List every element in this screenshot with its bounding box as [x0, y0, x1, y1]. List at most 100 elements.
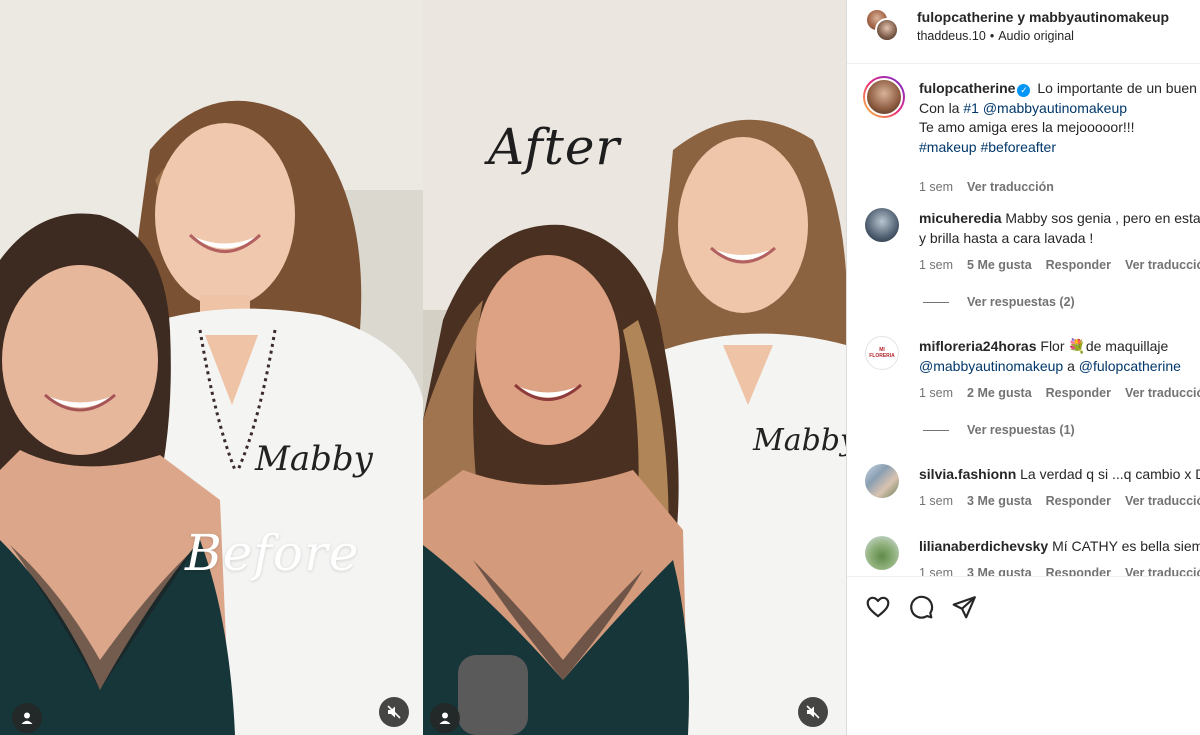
reply-button[interactable]: Responder — [1046, 494, 1111, 508]
after-label: After — [488, 118, 621, 176]
mute-button-before[interactable] — [379, 697, 409, 727]
comment-text: micuheredia Mabby sos genia , pero en es… — [919, 209, 1200, 248]
before-photo: Mabby — [0, 0, 423, 735]
post-side-panel: fulopcatherine y mabbyautinomakeup thadd… — [846, 0, 1200, 735]
view-replies-label: Ver respuestas (1) — [967, 423, 1075, 437]
comment-username[interactable]: lilianaberdichevsky — [919, 538, 1048, 554]
reply-button[interactable]: Responder — [1046, 258, 1111, 272]
avatar — [875, 18, 899, 42]
caption-line-3: Te amo amiga eres la mejooooor!!! — [919, 119, 1135, 135]
reply-button[interactable]: Responder — [1046, 386, 1111, 400]
avatar[interactable] — [865, 536, 899, 570]
mute-button-after[interactable] — [798, 697, 828, 727]
view-replies-button[interactable]: Ver respuestas (1) — [923, 423, 1075, 437]
mention-link[interactable]: @mabbyautinomakeup — [919, 358, 1063, 374]
avatar-logo-text: MI FLORERIA — [869, 347, 895, 359]
comment-body: La verdad q si ...q cambio x Dios — [1020, 466, 1200, 482]
comment-text: lilianaberdichevsky Mí CATHY es bella si… — [919, 537, 1200, 557]
caption-text: fulopcatherine ✓ Lo importante de un buen… — [919, 79, 1200, 157]
before-label: Before — [185, 524, 360, 582]
hashtag-link[interactable]: #makeup — [919, 139, 977, 155]
comment-text: mifloreria24horas Flor 💐de maquillaje @m… — [919, 337, 1200, 376]
translate-button[interactable]: Ver traducción — [967, 180, 1054, 194]
translate-button[interactable]: Ver traducción — [1125, 566, 1200, 576]
comment-likes[interactable]: 3 Me gusta — [967, 566, 1032, 576]
comment-text-prefix: Flor — [1040, 338, 1069, 354]
after-photo: Mabby — [423, 0, 846, 735]
hashtag-link[interactable]: #beforeafter — [980, 139, 1056, 155]
comment-time[interactable]: 1 sem — [919, 386, 953, 400]
share-button[interactable] — [951, 594, 977, 620]
translate-button[interactable]: Ver traducción — [1125, 386, 1200, 400]
comment-item: micuheredia Mabby sos genia , pero en es… — [847, 208, 1200, 318]
verified-badge-icon: ✓ — [1017, 84, 1031, 97]
caption-username[interactable]: fulopcatherine — [919, 80, 1015, 96]
comment-text-suffix: de maquillaje — [1085, 338, 1169, 354]
after-shirt-text: Mabby — [752, 423, 846, 458]
avatar[interactable] — [865, 464, 899, 498]
divider — [923, 302, 949, 304]
comment-text: silvia.fashionn La verdad q si ...q camb… — [919, 465, 1200, 485]
before-photo-panel: Mabby Before — [0, 0, 423, 735]
comment-icon — [910, 595, 934, 619]
instagram-post-view: Mabby Before Mabb After fulopcatherine y… — [0, 0, 1200, 735]
comment-likes[interactable]: 3 Me gusta — [967, 494, 1032, 508]
comment-item: silvia.fashionn La verdad q si ...q camb… — [847, 464, 1200, 524]
bouquet-emoji-icon: 💐 — [1068, 338, 1086, 354]
post-actions-bar — [847, 576, 1200, 636]
comment-meta: 1 sem 2 Me gusta Responder Ver traducción — [919, 386, 1200, 400]
before-shirt-text: Mabby — [254, 439, 374, 479]
user-tag-icon — [439, 712, 451, 724]
audio-user-link[interactable]: thaddeus.10 — [917, 29, 986, 43]
comments-list[interactable]: fulopcatherine ✓ Lo importante de un buen… — [847, 64, 1200, 576]
reply-button[interactable]: Responder — [1046, 566, 1111, 576]
comment-likes[interactable]: 2 Me gusta — [967, 386, 1032, 400]
like-button[interactable] — [865, 594, 891, 620]
comment-likes[interactable]: 5 Me gusta — [967, 258, 1032, 272]
view-replies-label: Ver respuestas (2) — [967, 295, 1075, 309]
user-tag-button-after[interactable] — [430, 703, 460, 733]
comment-username[interactable]: mifloreria24horas — [919, 338, 1037, 354]
mute-icon — [806, 705, 820, 719]
comment-body: Mí CATHY es bella siempre — [1052, 538, 1200, 554]
comment-item: MI FLORERIA mifloreria24horas Flor 💐de m… — [847, 336, 1200, 446]
translate-button[interactable]: Ver traducción — [1125, 258, 1200, 272]
post-caption: fulopcatherine ✓ Lo importante de un buen… — [847, 76, 1200, 196]
mention-link[interactable]: @mabbyautinomakeup — [983, 100, 1127, 116]
mention-link[interactable]: @fulopcatherine — [1079, 358, 1181, 374]
view-replies-button[interactable]: Ver respuestas (2) — [923, 295, 1075, 309]
post-authors[interactable]: fulopcatherine y mabbyautinomakeup — [917, 9, 1169, 25]
post-media[interactable]: Mabby Before Mabb After — [0, 0, 846, 735]
comment-username[interactable]: silvia.fashionn — [919, 466, 1016, 482]
comment-username[interactable]: micuheredia — [919, 210, 1001, 226]
avatar[interactable] — [865, 208, 899, 242]
audio-original-link[interactable]: Audio original — [998, 29, 1074, 43]
divider — [923, 430, 949, 432]
caption-line-2-prefix: Con la — [919, 99, 964, 116]
comment-meta: 1 sem 3 Me gusta Responder Ver traducción — [919, 566, 1200, 576]
comment-meta: 1 sem 5 Me gusta Responder Ver traducción — [919, 258, 1200, 272]
comment-connector: a — [1063, 357, 1079, 374]
avatar[interactable]: MI FLORERIA — [865, 336, 899, 370]
audio-line: thaddeus.10 • Audio original — [917, 29, 1074, 43]
comment-time[interactable]: 1 sem — [919, 566, 953, 576]
collab-avatars[interactable] — [865, 8, 901, 44]
mute-icon — [387, 705, 401, 719]
comment-time[interactable]: 1 sem — [919, 494, 953, 508]
caption-time[interactable]: 1 sem — [919, 180, 953, 194]
comment-line-1: Mabby sos genia , pero en esta — [1005, 210, 1200, 226]
comment-button[interactable] — [908, 594, 934, 620]
after-photo-panel: Mabby After — [423, 0, 846, 735]
user-tag-icon — [21, 712, 33, 724]
avatar[interactable] — [863, 76, 905, 118]
comment-time[interactable]: 1 sem — [919, 258, 953, 272]
translate-button[interactable]: Ver traducción — [1125, 494, 1200, 508]
caption-meta: 1 sem Ver traducción — [919, 180, 1068, 194]
hashtag-link[interactable]: #1 — [963, 100, 979, 116]
comment-meta: 1 sem 3 Me gusta Responder Ver traducción — [919, 494, 1200, 508]
comment-line-2: y brilla hasta a cara lavada ! — [919, 229, 1094, 246]
user-tag-button[interactable] — [12, 703, 42, 733]
comment-item: lilianaberdichevsky Mí CATHY es bella si… — [847, 536, 1200, 576]
post-header: fulopcatherine y mabbyautinomakeup thadd… — [847, 0, 1200, 64]
caption-line-1: Lo importante de un buen — [1037, 80, 1197, 96]
